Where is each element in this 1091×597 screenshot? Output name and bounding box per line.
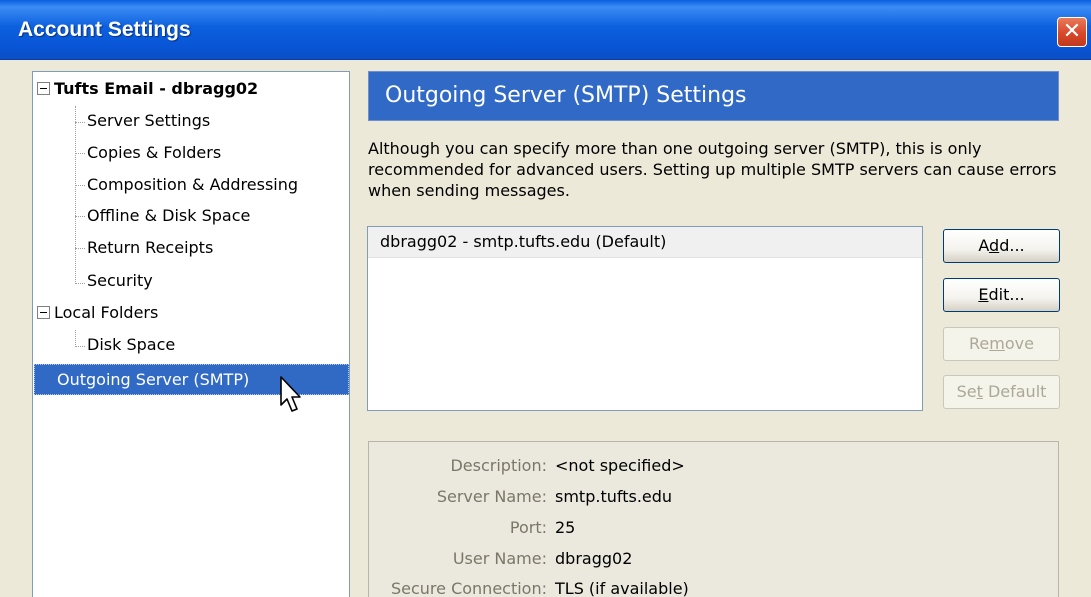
smtp-server-list[interactable]: dbragg02 - smtp.tufts.edu (Default): [367, 226, 923, 411]
button-label: Re: [969, 334, 990, 353]
add-button[interactable]: Add...: [943, 229, 1060, 263]
description-text: Although you can specify more than one o…: [368, 139, 1057, 200]
edit-button[interactable]: Edit...: [943, 278, 1060, 312]
detail-user-name: User Name: dbragg02: [369, 544, 633, 574]
button-label: A: [978, 236, 990, 255]
tree-item-local-folders[interactable]: Local Folders: [37, 298, 158, 328]
tree-item-label: Outgoing Server (SMTP): [57, 370, 250, 389]
close-icon[interactable]: ✕: [1057, 17, 1087, 47]
tree-item-composition-addressing[interactable]: Composition & Addressing: [87, 170, 298, 200]
detail-value: smtp.tufts.edu: [555, 487, 673, 506]
tree-connector: [75, 185, 85, 186]
page-title: Outgoing Server (SMTP) Settings: [368, 71, 1059, 121]
account-tree[interactable]: Tufts Email - dbragg02 Server Settings C…: [32, 71, 350, 597]
button-label: dit...: [988, 285, 1025, 304]
detail-description: Description: <not specified>: [369, 451, 685, 481]
tree-connector: [75, 248, 85, 249]
detail-label: Port:: [509, 518, 547, 537]
collapse-icon[interactable]: [37, 82, 50, 95]
tree-item-return-receipts[interactable]: Return Receipts: [87, 233, 213, 263]
tree-connector: [75, 346, 85, 347]
detail-value: 25: [555, 518, 576, 537]
detail-label: Secure Connection:: [390, 579, 547, 597]
tree-connector: [75, 216, 85, 217]
button-label: Se: [956, 382, 977, 401]
collapse-icon[interactable]: [37, 306, 50, 319]
detail-secure-connection: Secure Connection: TLS (if available): [369, 574, 689, 597]
button-label: ove: [1004, 334, 1034, 353]
detail-label: Description:: [450, 456, 547, 475]
tree-item-server-settings[interactable]: Server Settings: [87, 106, 210, 136]
tree-connector: [75, 153, 85, 154]
title-bar: Account Settings ✕: [0, 0, 1091, 60]
tree-connector: [75, 283, 85, 284]
mouse-cursor-icon: [280, 376, 301, 412]
tree-connector: [75, 330, 76, 347]
list-item[interactable]: dbragg02 - smtp.tufts.edu (Default): [368, 227, 922, 258]
access-key: d: [989, 236, 1000, 255]
detail-value: dbragg02: [555, 549, 633, 568]
tree-item-label: Local Folders: [54, 303, 159, 322]
detail-server-name: Server Name: smtp.tufts.edu: [369, 482, 672, 512]
tree-connector: [75, 122, 85, 123]
button-label: Default: [982, 382, 1047, 401]
detail-label: User Name:: [452, 549, 547, 568]
detail-port: Port: 25: [369, 513, 575, 543]
access-key: m: [989, 334, 1005, 353]
tree-connector: [75, 106, 76, 284]
detail-value: <not specified>: [555, 456, 685, 475]
button-label: d...: [999, 236, 1025, 255]
tree-item-security[interactable]: Security: [87, 266, 153, 296]
tree-item-disk-space[interactable]: Disk Space: [87, 330, 175, 360]
tree-item-label: Tufts Email - dbragg02: [54, 79, 259, 98]
tree-item-offline-disk-space[interactable]: Offline & Disk Space: [87, 201, 250, 231]
detail-label: Server Name:: [436, 487, 547, 506]
tree-item-account[interactable]: Tufts Email - dbragg02: [37, 74, 258, 104]
set-default-button[interactable]: Set Default: [943, 375, 1060, 409]
server-details: Description: <not specified> Server Name:…: [368, 441, 1059, 597]
tree-item-copies-folders[interactable]: Copies & Folders: [87, 138, 221, 168]
window-title: Account Settings: [18, 18, 191, 41]
detail-value: TLS (if available): [555, 579, 689, 597]
access-key: E: [978, 285, 989, 304]
remove-button[interactable]: Remove: [943, 327, 1060, 361]
